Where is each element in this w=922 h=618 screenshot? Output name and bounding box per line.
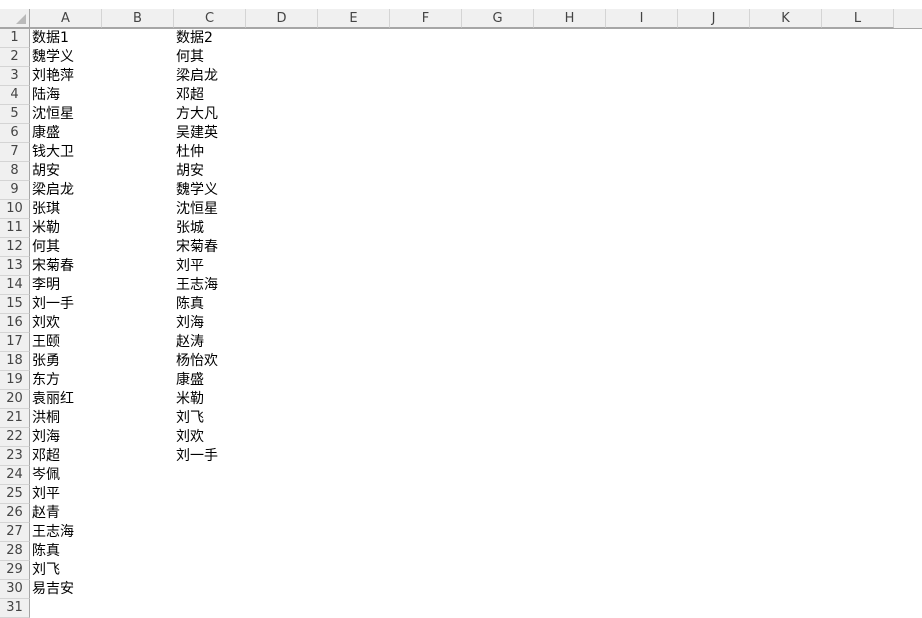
row-header-14[interactable]: 14 [0,276,30,295]
row-header-23[interactable]: 23 [0,447,30,466]
cell-c10[interactable]: 沈恒星 [176,200,218,219]
column-header-j[interactable]: J [678,9,750,28]
cell-a9[interactable]: 梁启龙 [32,181,74,200]
cell-a15[interactable]: 刘一手 [32,295,74,314]
cell-a3[interactable]: 刘艳萍 [32,67,74,86]
row-header-15[interactable]: 15 [0,295,30,314]
cell-a27[interactable]: 王志海 [32,523,74,542]
row-header-9[interactable]: 9 [0,181,30,200]
row-header-19[interactable]: 19 [0,371,30,390]
row-header-29[interactable]: 29 [0,561,30,580]
cell-c16[interactable]: 刘海 [176,314,204,333]
cell-c21[interactable]: 刘飞 [176,409,204,428]
cell-c1[interactable]: 数据2 [176,29,213,48]
column-header-k[interactable]: K [750,9,822,28]
column-header-i[interactable]: I [606,9,678,28]
cell-a8[interactable]: 胡安 [32,162,60,181]
row-header-12[interactable]: 12 [0,238,30,257]
cell-c5[interactable]: 方大凡 [176,105,218,124]
row-header-4[interactable]: 4 [0,86,30,105]
row-header-22[interactable]: 22 [0,428,30,447]
row-header-21[interactable]: 21 [0,409,30,428]
cell-a23[interactable]: 邓超 [32,447,60,466]
cell-c18[interactable]: 杨怡欢 [176,352,218,371]
cell-a24[interactable]: 岑佩 [32,466,60,485]
row-header-30[interactable]: 30 [0,580,30,599]
row-header-17[interactable]: 17 [0,333,30,352]
cell-c17[interactable]: 赵涛 [176,333,204,352]
cell-a22[interactable]: 刘海 [32,428,60,447]
row-header-24[interactable]: 24 [0,466,30,485]
column-header-a[interactable]: A [30,9,102,28]
row-header-27[interactable]: 27 [0,523,30,542]
select-all-triangle-icon [16,14,26,24]
cell-c12[interactable]: 宋菊春 [176,238,218,257]
cell-a7[interactable]: 钱大卫 [32,143,74,162]
row-header-5[interactable]: 5 [0,105,30,124]
cell-c15[interactable]: 陈真 [176,295,204,314]
row-header-11[interactable]: 11 [0,219,30,238]
row-header-7[interactable]: 7 [0,143,30,162]
row-header-6[interactable]: 6 [0,124,30,143]
cell-c11[interactable]: 张城 [176,219,204,238]
cell-a10[interactable]: 张琪 [32,200,60,219]
cell-a5[interactable]: 沈恒星 [32,105,74,124]
cell-c13[interactable]: 刘平 [176,257,204,276]
column-header-f[interactable]: F [390,9,462,28]
cell-a25[interactable]: 刘平 [32,485,60,504]
select-all-corner[interactable] [0,9,30,28]
cell-c23[interactable]: 刘一手 [176,447,218,466]
cell-a14[interactable]: 李明 [32,276,60,295]
row-header-8[interactable]: 8 [0,162,30,181]
cell-a11[interactable]: 米勒 [32,219,60,238]
cell-a30[interactable]: 易吉安 [32,580,74,599]
cell-a26[interactable]: 赵青 [32,504,60,523]
cell-c22[interactable]: 刘欢 [176,428,204,447]
row-header-2[interactable]: 2 [0,48,30,67]
cell-a21[interactable]: 洪桐 [32,409,60,428]
cell-c4[interactable]: 邓超 [176,86,204,105]
cell-a6[interactable]: 康盛 [32,124,60,143]
column-header-c[interactable]: C [174,9,246,28]
row-header-26[interactable]: 26 [0,504,30,523]
cell-c14[interactable]: 王志海 [176,276,218,295]
column-header-h[interactable]: H [534,9,606,28]
cell-a29[interactable]: 刘飞 [32,561,60,580]
cell-a2[interactable]: 魏学义 [32,48,74,67]
row-header-20[interactable]: 20 [0,390,30,409]
cell-c6[interactable]: 吴建英 [176,124,218,143]
row-header-10[interactable]: 10 [0,200,30,219]
cell-c9[interactable]: 魏学义 [176,181,218,200]
cell-a18[interactable]: 张勇 [32,352,60,371]
spreadsheet: ABCDEFGHIJKL 1 2 3 4 5 6 7 8 9 10 11 12 13 14 15 16 17 18… [0,0,922,618]
cell-c2[interactable]: 何其 [176,48,204,67]
column-header-g[interactable]: G [462,9,534,28]
cell-a28[interactable]: 陈真 [32,542,60,561]
column-header-l[interactable]: L [822,9,894,28]
column-header-b[interactable]: B [102,9,174,28]
cell-a13[interactable]: 宋菊春 [32,257,74,276]
cell-c7[interactable]: 杜仲 [176,143,204,162]
cell-c20[interactable]: 米勒 [176,390,204,409]
cell-a12[interactable]: 何其 [32,238,60,257]
row-header-28[interactable]: 28 [0,542,30,561]
row-header-1[interactable]: 1 [0,29,30,48]
cell-a4[interactable]: 陆海 [32,86,60,105]
row-header-3[interactable]: 3 [0,67,30,86]
cell-a17[interactable]: 王颐 [32,333,60,352]
row-header-31[interactable]: 31 [0,599,30,618]
cell-c3[interactable]: 梁启龙 [176,67,218,86]
row-header-16[interactable]: 16 [0,314,30,333]
column-header-d[interactable]: D [246,9,318,28]
cell-a20[interactable]: 袁丽红 [32,390,74,409]
row-header-18[interactable]: 18 [0,352,30,371]
cell-c19[interactable]: 康盛 [176,371,204,390]
row-header-25[interactable]: 25 [0,485,30,504]
row-header-13[interactable]: 13 [0,257,30,276]
cell-a16[interactable]: 刘欢 [32,314,60,333]
cell-a1[interactable]: 数据1 [32,29,69,48]
cell-a19[interactable]: 东方 [32,371,60,390]
cell-c8[interactable]: 胡安 [176,162,204,181]
column-header-e[interactable]: E [318,9,390,28]
